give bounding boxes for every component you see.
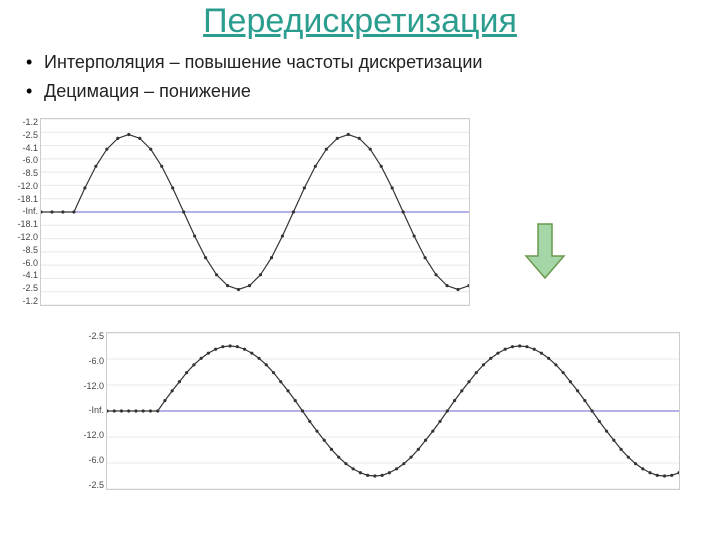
ytick-label: -6.0 (12, 259, 38, 268)
bullet-item: Децимация – понижение (26, 80, 720, 103)
ytick-label: -Inf. (78, 406, 104, 415)
ytick-label: -6.0 (12, 156, 38, 165)
chart-resampled-svg (107, 333, 679, 489)
ytick-label: -12.0 (12, 182, 38, 191)
arrow-path (526, 224, 564, 278)
ytick-label: -18.1 (12, 195, 38, 204)
chart-original-plot (40, 118, 470, 306)
ytick-label: -18.1 (12, 220, 38, 229)
ytick-label: -1.2 (12, 297, 38, 306)
slide-root: Передискретизация Интерполяция – повышен… (0, 0, 720, 540)
ytick-label: -6.0 (78, 357, 104, 366)
chart-resampled-plot (106, 332, 680, 490)
ytick-label: -2.5 (78, 481, 104, 490)
chart-original: -1.2 -2.5 -4.1 -6.0 -8.5 -12.0 -18.1 -Inf. -18.1… (12, 118, 472, 306)
ytick-label: -1.2 (12, 118, 38, 127)
ytick-label: -12.0 (78, 382, 104, 391)
ytick-label: -6.0 (78, 456, 104, 465)
resample-arrow-icon (524, 222, 566, 280)
chart-original-yticks: -1.2 -2.5 -4.1 -6.0 -8.5 -12.0 -18.1 -Inf. -18.1… (12, 118, 38, 306)
chart-resampled-yticks: -2.5 -6.0 -12.0 -Inf. -12.0 -6.0 -2.5 (78, 332, 104, 490)
ytick-label: -2.5 (12, 284, 38, 293)
ytick-label: -12.0 (78, 431, 104, 440)
slide-title: Передискретизация (0, 2, 720, 41)
ytick-label: -2.5 (12, 131, 38, 140)
bullet-list: Интерполяция – повышение частоты дискрет… (26, 51, 720, 104)
ytick-label: -12.0 (12, 233, 38, 242)
chart-original-svg (41, 119, 469, 305)
ytick-label: -2.5 (78, 332, 104, 341)
bullet-item: Интерполяция – повышение частоты дискрет… (26, 51, 720, 74)
ytick-label: -Inf. (12, 207, 38, 216)
ytick-label: -8.5 (12, 246, 38, 255)
ytick-label: -4.1 (12, 144, 38, 153)
chart-resampled: -2.5 -6.0 -12.0 -Inf. -12.0 -6.0 -2.5 (78, 332, 682, 490)
ytick-label: -4.1 (12, 271, 38, 280)
ytick-label: -8.5 (12, 169, 38, 178)
